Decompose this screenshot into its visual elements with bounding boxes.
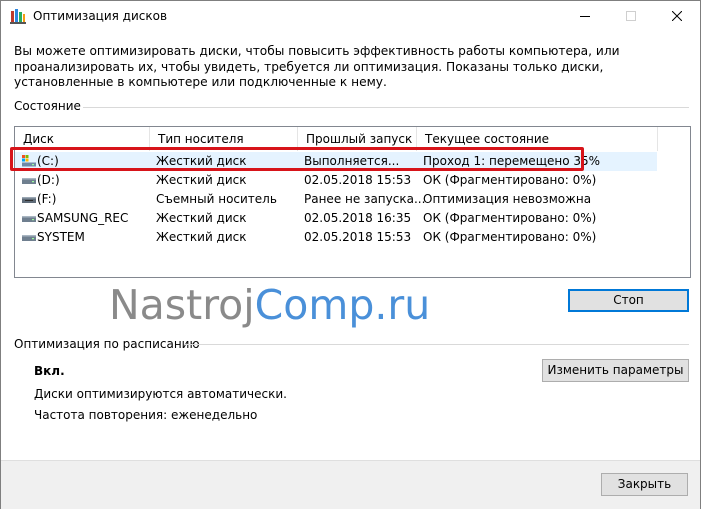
removable-drive-icon [22,197,36,203]
drive-row-system[interactable]: SYSTEM Жесткий диск 02.05.2018 15:53 ОК … [15,228,657,247]
hard-drive-icon [22,235,36,241]
stop-button[interactable]: Стоп [568,289,689,312]
schedule-state: Вкл. [34,364,65,378]
highlight-annotation [10,147,584,171]
minimize-icon [580,16,590,17]
drive-last-run: 02.05.2018 15:53 [304,230,412,244]
drive-media-type: Жесткий диск [156,173,247,187]
drive-last-run: 02.05.2018 16:35 [304,211,412,225]
schedule-description: Диски оптимизируются автоматически. [34,387,287,401]
status-section-label: Состояние [14,99,81,113]
drive-last-run: 02.05.2018 15:53 [304,173,412,187]
hard-drive-icon [22,178,36,184]
drive-status: ОК (Фрагментировано: 0%) [423,173,597,187]
drive-status: Оптимизация невозможна [423,192,592,206]
change-settings-button[interactable]: Изменить параметры [542,359,689,382]
drive-status: ОК (Фрагментировано: 0%) [423,211,597,225]
drive-media-type: Жесткий диск [156,211,247,225]
drive-name: (D:) [37,173,60,187]
close-button[interactable]: Закрыть [601,473,688,496]
intro-text: Вы можете оптимизировать диски, чтобы по… [14,44,620,89]
minimize-button[interactable] [562,1,608,32]
drive-row-samsung-rec[interactable]: SAMSUNG_REC Жесткий диск 02.05.2018 16:3… [15,209,657,228]
drive-status: ОК (Фрагментировано: 0%) [423,230,597,244]
drive-row-d[interactable]: (D:) Жесткий диск 02.05.2018 15:53 ОК (Ф… [15,171,657,190]
window-title: Оптимизация дисков [33,9,168,23]
close-icon [672,11,682,21]
drive-media-type: Съемный носитель [156,192,277,206]
status-section-divider [83,107,689,108]
maximize-button[interactable] [608,1,654,32]
watermark-part2: Comp.ru [254,281,431,329]
watermark: NastrojComp.ru [109,281,430,329]
optimize-drives-window: Оптимизация дисков Вы можете оптимизиров… [0,0,701,509]
drive-name: (F:) [37,192,57,206]
watermark-part1: Nastroj [109,281,255,329]
drive-name: SAMSUNG_REC [37,211,129,225]
drive-last-run: Ранее не запуска... [304,192,426,206]
schedule-section-label: Оптимизация по расписанию [14,337,200,351]
close-window-button[interactable] [654,1,700,32]
schedule-section-divider [184,344,689,345]
drive-row-f[interactable]: (F:) Съемный носитель Ранее не запуска..… [15,190,657,209]
title-bar: Оптимизация дисков [1,1,700,32]
dialog-footer: Закрыть [1,460,700,509]
maximize-icon [626,11,636,21]
schedule-frequency: Частота повторения: еженедельно [34,408,258,422]
hard-drive-icon [22,216,36,222]
drive-media-type: Жесткий диск [156,230,247,244]
drive-name: SYSTEM [37,230,85,244]
defrag-app-icon [10,9,26,24]
